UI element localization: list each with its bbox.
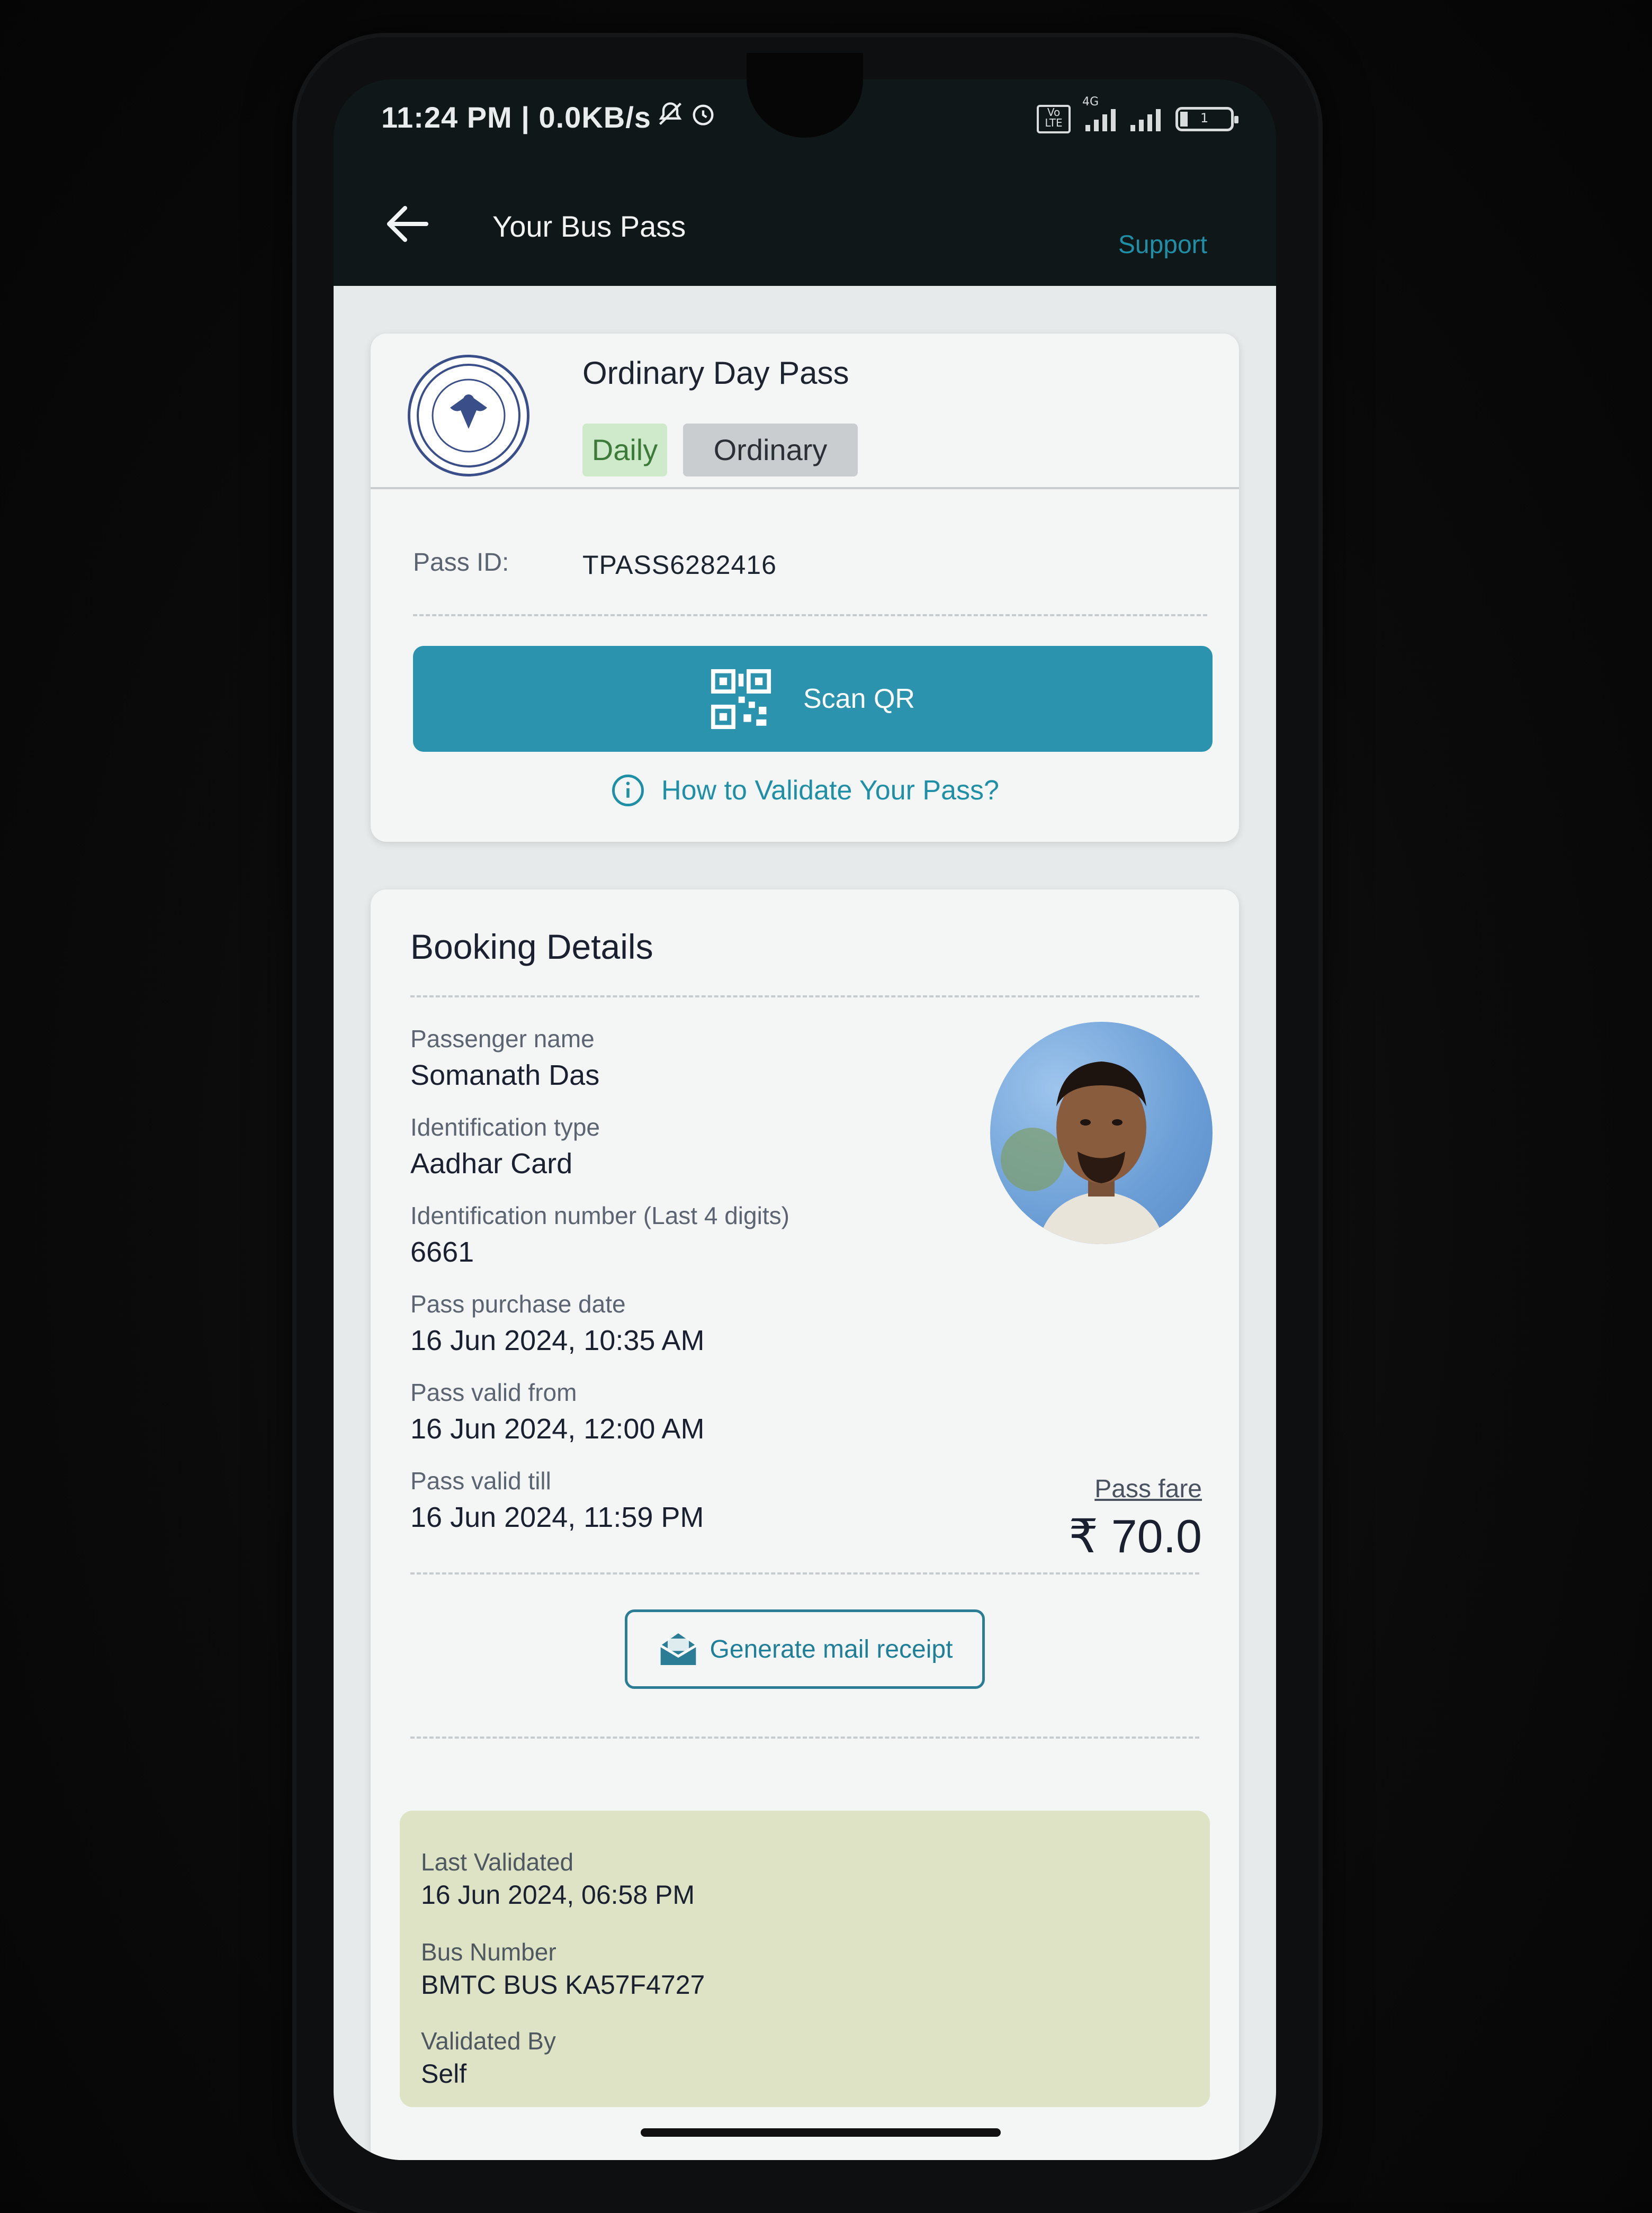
- info-icon: [612, 775, 644, 806]
- divider: [410, 1572, 1199, 1575]
- validation-info-box: Last Validated 16 Jun 2024, 06:58 PM Bus…: [400, 1811, 1210, 2107]
- validated-by-label: Validated By: [421, 2027, 556, 2055]
- last-validated-value: 16 Jun 2024, 06:58 PM: [421, 1880, 695, 1910]
- id-number-value: 6661: [410, 1236, 474, 1268]
- generate-mail-receipt-button[interactable]: Generate mail receipt: [625, 1609, 985, 1689]
- bus-number-label: Bus Number: [421, 1938, 556, 1966]
- pass-id-label: Pass ID:: [413, 548, 509, 577]
- status-time-speed: 11:24 PM | 0.0KB/s: [381, 101, 651, 134]
- volte-icon: Vo LTE: [1037, 105, 1071, 133]
- id-type-value: Aadhar Card: [410, 1148, 573, 1180]
- mute-icon: [657, 100, 684, 135]
- id-number-label: Identification number (Last 4 digits): [410, 1202, 789, 1229]
- validated-by-value: Self: [421, 2059, 467, 2089]
- passenger-photo: [990, 1022, 1213, 1244]
- signal-icon-2: [1130, 107, 1161, 131]
- home-indicator[interactable]: [641, 2128, 1001, 2137]
- mail-icon: [659, 1633, 697, 1665]
- purchase-date-label: Pass purchase date: [410, 1290, 626, 1318]
- status-right: Vo LTE 4G 1: [1037, 95, 1238, 133]
- tag-ordinary: Ordinary: [683, 424, 858, 476]
- battery-level: 1: [1200, 111, 1209, 125]
- network-type-label: 4G: [1082, 95, 1099, 109]
- pass-id-value: TPASS6282416: [582, 550, 777, 580]
- booking-details-card: Booking Details Passenger name Somanath …: [371, 889, 1239, 2160]
- fare-label: Pass fare: [1094, 1475, 1202, 1503]
- support-link[interactable]: Support: [1118, 230, 1207, 259]
- divider: [371, 487, 1239, 489]
- status-left: 11:24 PM | 0.0KB/s: [381, 100, 717, 135]
- passenger-name-value: Somanath Das: [410, 1059, 600, 1091]
- divider: [410, 995, 1199, 997]
- scan-qr-button[interactable]: Scan QR: [413, 646, 1213, 752]
- validate-help-link[interactable]: How to Validate Your Pass?: [371, 773, 1239, 808]
- pass-card: Ordinary Day Pass Daily Ordinary Pass ID…: [371, 334, 1239, 842]
- fare-value: ₹ 70.0: [1069, 1510, 1202, 1562]
- bus-number-value: BMTC BUS KA57F4727: [421, 1970, 705, 2000]
- phone-screen: 11:24 PM | 0.0KB/s Vo LTE 4G 1 Your Bus …: [334, 79, 1276, 2160]
- divider: [413, 614, 1207, 616]
- divider: [410, 1737, 1199, 1739]
- alarm-icon: [689, 100, 717, 135]
- scan-qr-label: Scan QR: [803, 683, 915, 714]
- valid-from-value: 16 Jun 2024, 12:00 AM: [410, 1413, 705, 1445]
- validate-help-label: How to Validate Your Pass?: [661, 775, 999, 806]
- last-validated-label: Last Validated: [421, 1848, 574, 1876]
- bmtc-logo: [408, 355, 529, 476]
- purchase-date-value: 16 Jun 2024, 10:35 AM: [410, 1325, 705, 1356]
- app-bar: Your Bus Pass Support: [334, 172, 1276, 286]
- content-area: Ordinary Day Pass Daily Ordinary Pass ID…: [334, 286, 1276, 2160]
- id-type-label: Identification type: [410, 1113, 600, 1141]
- page-title: Your Bus Pass: [492, 210, 686, 243]
- booking-title: Booking Details: [410, 927, 653, 966]
- passenger-name-label: Passenger name: [410, 1025, 595, 1052]
- valid-from-label: Pass valid from: [410, 1379, 577, 1406]
- qr-code-icon: [711, 669, 771, 729]
- pass-title: Ordinary Day Pass: [582, 355, 849, 391]
- valid-till-value: 16 Jun 2024, 11:59 PM: [410, 1501, 704, 1533]
- back-arrow-icon[interactable]: [384, 203, 432, 245]
- mail-receipt-label: Generate mail receipt: [710, 1635, 953, 1663]
- signal-icon: 4G: [1082, 95, 1116, 131]
- tag-daily: Daily: [582, 424, 667, 476]
- battery-icon: 1: [1175, 107, 1238, 131]
- valid-till-label: Pass valid till: [410, 1467, 551, 1495]
